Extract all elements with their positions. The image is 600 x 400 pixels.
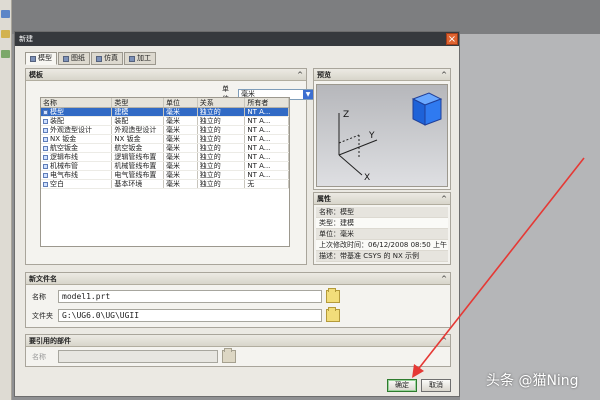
- annotation-arrow: [412, 157, 585, 378]
- watermark: 头条 @猫Ning: [486, 373, 579, 389]
